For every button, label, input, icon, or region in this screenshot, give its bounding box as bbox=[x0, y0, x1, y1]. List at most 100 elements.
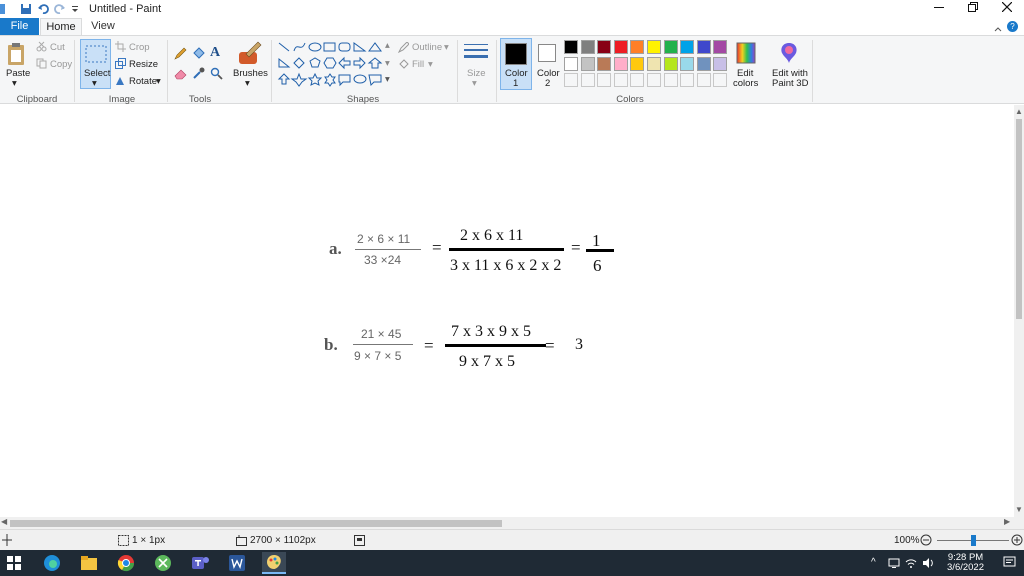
zoom-in-icon[interactable] bbox=[1011, 534, 1023, 549]
eraser-icon[interactable] bbox=[174, 67, 187, 83]
chrome-icon[interactable] bbox=[114, 552, 138, 574]
outline-dropdown-icon[interactable]: ▾ bbox=[444, 42, 449, 53]
teams-icon[interactable] bbox=[188, 552, 212, 574]
drawing-canvas[interactable]: a. 2 × 6 × 11 33 ×24 = 2 x 6 x 11 3 x 11… bbox=[0, 105, 1014, 517]
palette-color-swatch[interactable] bbox=[564, 40, 578, 54]
undo-icon[interactable] bbox=[37, 2, 49, 16]
copy-icon[interactable] bbox=[36, 58, 47, 72]
customize-quick-access-icon[interactable] bbox=[71, 2, 79, 16]
custom-color-slot[interactable] bbox=[663, 73, 678, 88]
vertical-scroll-thumb[interactable] bbox=[1016, 119, 1022, 319]
fill-dropdown-icon[interactable]: ▾ bbox=[428, 59, 433, 70]
scroll-up-icon[interactable]: ▲ bbox=[1015, 107, 1023, 116]
pencil-icon[interactable] bbox=[174, 47, 187, 63]
tab-view[interactable]: View bbox=[86, 18, 120, 35]
palette-color-swatch[interactable] bbox=[580, 40, 595, 54]
edit-colors-icon[interactable] bbox=[735, 41, 757, 68]
close-button[interactable] bbox=[990, 0, 1024, 18]
start-button[interactable] bbox=[2, 552, 26, 574]
collapse-ribbon-icon[interactable] bbox=[994, 23, 1002, 35]
zoom-out-icon[interactable] bbox=[920, 534, 932, 549]
palette-color-swatch[interactable] bbox=[696, 56, 711, 71]
outline-icon[interactable] bbox=[397, 41, 410, 56]
scroll-right-icon[interactable]: ▶ bbox=[1004, 517, 1010, 526]
cut-icon[interactable] bbox=[36, 41, 47, 55]
custom-color-slot[interactable] bbox=[564, 73, 578, 88]
custom-color-slot[interactable] bbox=[647, 73, 661, 88]
edge-icon[interactable] bbox=[40, 552, 64, 574]
copy-button[interactable]: Copy bbox=[50, 59, 72, 70]
palette-color-swatch[interactable] bbox=[696, 40, 711, 54]
paste-button[interactable]: Paste bbox=[6, 68, 30, 79]
palette-color-swatch[interactable] bbox=[580, 56, 595, 71]
paint3d-icon[interactable] bbox=[778, 41, 800, 68]
shapes-gallery[interactable] bbox=[277, 41, 387, 91]
scroll-down-icon[interactable]: ▼ bbox=[1015, 505, 1023, 514]
crop-button[interactable]: Crop bbox=[129, 42, 150, 53]
horizontal-scrollbar[interactable]: ◀ ▶ bbox=[0, 517, 1024, 529]
system-clock[interactable]: 9:28 PM 3/6/2022 bbox=[947, 553, 984, 573]
minimize-button[interactable] bbox=[922, 0, 956, 18]
custom-color-slot[interactable] bbox=[680, 73, 695, 88]
palette-color-swatch[interactable] bbox=[713, 40, 728, 54]
restore-button[interactable] bbox=[956, 0, 990, 18]
rotate-dropdown-icon[interactable]: ▾ bbox=[156, 76, 161, 87]
brushes-dropdown-icon[interactable]: ▾ bbox=[245, 78, 250, 89]
xbox-icon[interactable] bbox=[151, 552, 175, 574]
shapes-more-icon[interactable]: ▾ bbox=[385, 74, 390, 85]
scroll-left-icon[interactable]: ◀ bbox=[1, 517, 7, 526]
palette-color-swatch[interactable] bbox=[647, 40, 661, 54]
resize-button[interactable]: Resize bbox=[129, 59, 158, 70]
network-icon[interactable] bbox=[888, 557, 900, 572]
fill-icon[interactable] bbox=[398, 59, 409, 73]
brushes-icon[interactable] bbox=[236, 40, 262, 69]
tab-file[interactable]: File bbox=[0, 18, 39, 35]
rotate-button[interactable]: Rotate bbox=[129, 76, 157, 87]
zoom-slider-track[interactable] bbox=[937, 535, 1009, 546]
volume-icon[interactable] bbox=[922, 557, 934, 572]
palette-color-swatch[interactable] bbox=[647, 56, 661, 71]
paste-dropdown-icon[interactable]: ▾ bbox=[12, 78, 17, 89]
paint-taskbar-icon[interactable] bbox=[262, 552, 286, 574]
magnifier-icon[interactable] bbox=[210, 67, 223, 83]
word-icon[interactable] bbox=[225, 552, 249, 574]
outline-button[interactable]: Outline bbox=[412, 42, 442, 53]
help-icon[interactable]: ? bbox=[1007, 21, 1018, 32]
palette-color-swatch[interactable] bbox=[663, 56, 678, 71]
color-picker-icon[interactable] bbox=[192, 67, 205, 83]
shapes-scroll-up-icon[interactable]: ▴ bbox=[385, 40, 390, 51]
zoom-slider-thumb[interactable] bbox=[971, 535, 976, 546]
save-icon[interactable] bbox=[20, 2, 32, 16]
crop-icon[interactable] bbox=[115, 41, 126, 55]
palette-color-swatch[interactable] bbox=[597, 40, 612, 54]
palette-color-swatch[interactable] bbox=[680, 40, 695, 54]
color2-swatch[interactable] bbox=[538, 44, 556, 62]
custom-color-slot[interactable] bbox=[597, 73, 612, 88]
size-dropdown-icon[interactable]: ▾ bbox=[472, 78, 477, 89]
fill-button[interactable]: Fill bbox=[412, 59, 424, 70]
shapes-scroll-down-icon[interactable]: ▾ bbox=[385, 58, 390, 69]
custom-color-slot[interactable] bbox=[613, 73, 628, 88]
paint3d-label-2[interactable]: Paint 3D bbox=[772, 78, 808, 89]
select-dropdown-icon[interactable]: ▾ bbox=[92, 78, 97, 89]
rotate-icon[interactable] bbox=[115, 75, 126, 89]
palette-color-swatch[interactable] bbox=[564, 56, 578, 71]
show-hidden-icons-icon[interactable]: ^ bbox=[871, 557, 876, 568]
palette-color-swatch[interactable] bbox=[630, 40, 645, 54]
palette-color-swatch[interactable] bbox=[663, 40, 678, 54]
vertical-scrollbar[interactable]: ▲ ▼ bbox=[1014, 105, 1024, 517]
paste-icon[interactable] bbox=[6, 42, 26, 69]
edit-colors-label-2[interactable]: colors bbox=[733, 78, 758, 89]
text-tool-icon[interactable]: A bbox=[210, 45, 220, 61]
horizontal-scroll-thumb[interactable] bbox=[10, 520, 502, 527]
tab-home[interactable]: Home bbox=[40, 18, 82, 35]
custom-color-slot[interactable] bbox=[580, 73, 595, 88]
palette-color-swatch[interactable] bbox=[597, 56, 612, 71]
wifi-icon[interactable] bbox=[905, 557, 917, 572]
custom-color-slot[interactable] bbox=[630, 73, 645, 88]
custom-color-slot[interactable] bbox=[713, 73, 728, 88]
brushes-button[interactable]: Brushes bbox=[233, 68, 268, 79]
palette-color-swatch[interactable] bbox=[680, 56, 695, 71]
palette-color-swatch[interactable] bbox=[713, 56, 728, 71]
resize-icon[interactable] bbox=[115, 58, 126, 72]
